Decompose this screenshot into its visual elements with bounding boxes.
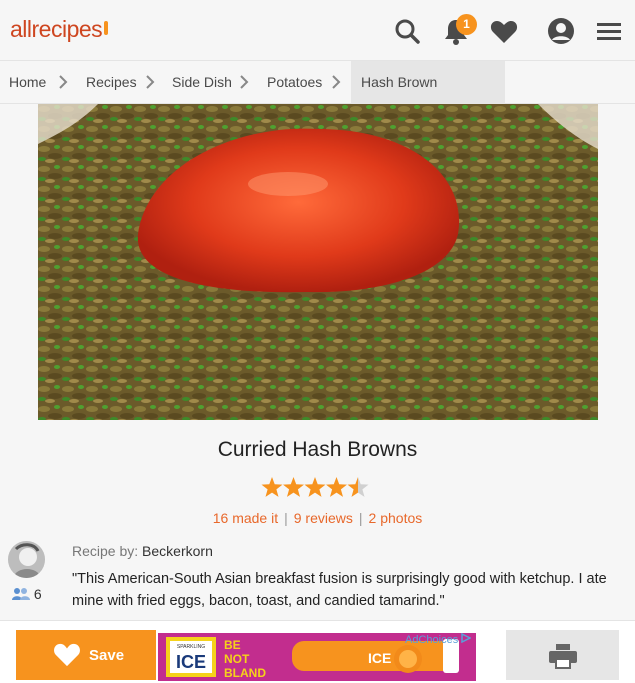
chevron-right-icon <box>240 75 249 89</box>
rating-star <box>261 477 283 497</box>
ad-tagline-3: BLAND <box>224 666 266 680</box>
rating-stars[interactable] <box>261 476 371 500</box>
reviews-link[interactable]: 9 reviews <box>294 510 353 526</box>
ad-tagline-2: NOT <box>224 652 250 666</box>
chevron-right-icon <box>146 75 155 89</box>
author-byline: Recipe by: Beckerkorn <box>72 543 213 559</box>
rating-star <box>304 477 326 497</box>
ad-small-text: SPARKLING <box>177 644 205 650</box>
followers-icon <box>12 588 30 600</box>
chevron-right-icon <box>332 75 341 89</box>
rating-star <box>347 477 369 497</box>
recipe-title: Curried Hash Browns <box>217 438 418 461</box>
rating-star <box>326 477 347 497</box>
chevron-right-icon <box>59 75 68 89</box>
recipe-photo[interactable] <box>38 104 598 420</box>
breadcrumb-recipes[interactable]: Recipes <box>86 61 137 104</box>
made-it-link[interactable]: 16 made it <box>213 510 278 526</box>
adchoices-icon <box>461 632 472 644</box>
heart-icon[interactable] <box>489 16 519 46</box>
followers-count[interactable]: 6 <box>12 586 42 602</box>
notification-badge: 1 <box>456 14 477 35</box>
breadcrumb: Home Recipes Side Dish Potatoes Hash Bro… <box>0 61 635 133</box>
menu-icon[interactable] <box>594 16 624 46</box>
breadcrumb-side-dish[interactable]: Side Dish <box>172 61 232 104</box>
search-icon[interactable] <box>392 16 422 46</box>
author-name[interactable]: Beckerkorn <box>142 543 213 559</box>
print-button[interactable] <box>506 630 619 680</box>
ad-brand: ICE <box>176 652 206 672</box>
rating-star <box>283 477 304 497</box>
site-header: allrecipes 1 <box>0 0 635 61</box>
profile-icon[interactable] <box>546 16 576 46</box>
breadcrumb-hash-brown-potatoes[interactable]: Hash Brown Potatoes <box>351 61 505 133</box>
photos-link[interactable]: 2 photos <box>369 510 423 526</box>
recipe-stats: 16 made it | 9 reviews | 2 photos <box>212 510 423 526</box>
allrecipes-logo[interactable]: allrecipes <box>10 16 109 43</box>
breadcrumb-potatoes[interactable]: Potatoes <box>267 61 322 104</box>
save-button[interactable]: Save <box>16 630 156 680</box>
breadcrumb-home[interactable]: Home <box>9 61 46 104</box>
ad-bottle-brand: ICE <box>368 650 391 666</box>
author-avatar[interactable] <box>8 541 45 578</box>
printer-icon <box>549 644 577 669</box>
recipe-description: "This American-South Asian breakfast fus… <box>72 571 607 609</box>
heart-icon <box>54 643 80 667</box>
adchoices-link[interactable]: AdChoices <box>405 632 472 646</box>
ad-tagline-1: BE <box>224 638 241 652</box>
